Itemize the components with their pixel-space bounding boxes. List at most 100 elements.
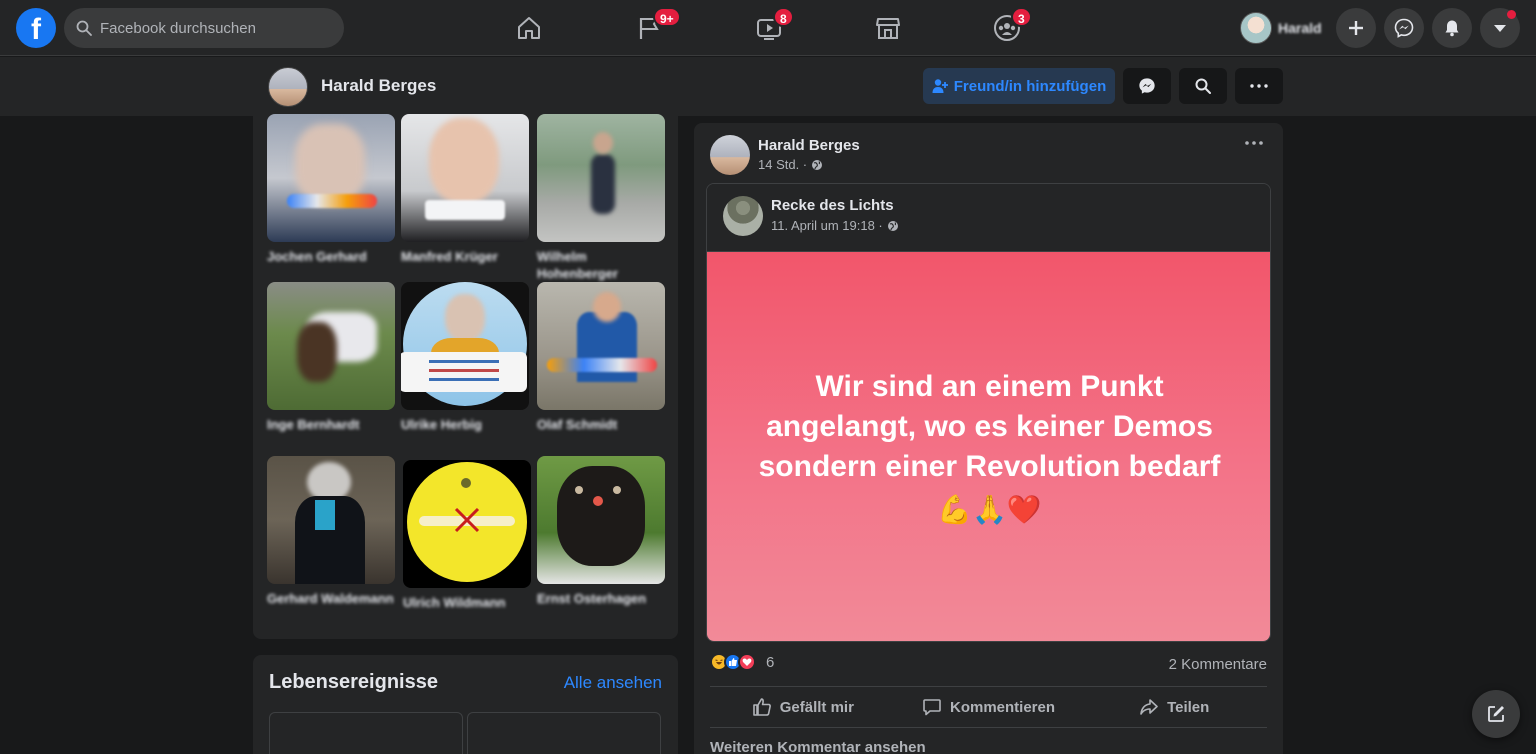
post-time[interactable]: 14 Std. · <box>758 157 807 172</box>
friend-name[interactable]: Wilhelm Hohenberger <box>537 248 665 282</box>
profile-header-bar: Harald Berges Freund/in hinzufügen <box>0 57 1536 116</box>
messenger-icon <box>1394 18 1414 38</box>
plus-icon <box>1347 19 1365 37</box>
tab-marketplace[interactable] <box>832 0 944 56</box>
friend-photo <box>267 114 395 242</box>
life-events-card: Lebensereignisse Alle ansehen <box>253 655 678 754</box>
add-friend-label: Freund/in hinzufügen <box>953 77 1107 95</box>
friend-photo <box>401 282 529 410</box>
facebook-logo-icon[interactable]: f <box>16 8 56 48</box>
friend-name[interactable]: Ulrike Herbig <box>401 416 529 433</box>
message-button[interactable] <box>1123 68 1171 104</box>
tab-pages[interactable]: 9+ <box>593 0 705 56</box>
notification-dot <box>1507 10 1516 19</box>
search-icon <box>76 20 92 36</box>
search-box[interactable] <box>64 8 344 48</box>
profile-name[interactable]: Harald Berges <box>321 76 436 96</box>
post-text: Wir sind an einem Punkt angelangt, wo es… <box>758 370 1221 483</box>
post-author[interactable]: Harald Berges <box>758 137 860 154</box>
profile-chip[interactable]: Harald <box>1236 8 1326 48</box>
thumbs-up-icon <box>752 697 772 717</box>
messenger-button[interactable] <box>1384 8 1424 48</box>
friend-tile[interactable]: Inge Bernhardt <box>267 282 395 433</box>
add-friend-icon <box>932 78 948 94</box>
friend-name[interactable]: Ulrich Wildmann <box>403 594 531 611</box>
bell-icon <box>1443 19 1461 37</box>
friend-tile[interactable]: Ulrike Herbig <box>401 282 529 433</box>
post-options-button[interactable] <box>1245 141 1263 145</box>
search-input[interactable] <box>100 8 330 48</box>
post-timestamp-row: 14 Std. · <box>758 157 823 172</box>
friend-name[interactable]: Jochen Gerhard <box>267 248 395 265</box>
friend-photo <box>267 456 395 584</box>
post-emoji: 💪🙏❤️ <box>937 494 1042 525</box>
messenger-icon <box>1138 77 1156 95</box>
marketplace-icon <box>875 15 901 41</box>
avatar <box>1240 12 1272 44</box>
account-menu-button[interactable] <box>1480 8 1520 48</box>
profile-chip-name: Harald <box>1278 20 1322 36</box>
caret-down-icon <box>1493 21 1507 35</box>
home-icon <box>516 15 542 41</box>
tab-home[interactable] <box>473 0 585 56</box>
friend-photo <box>267 282 395 410</box>
like-button[interactable]: Gefällt mir <box>710 687 896 727</box>
avatar[interactable] <box>710 135 750 175</box>
share-label: Teilen <box>1167 698 1210 716</box>
shared-post-time[interactable]: 11. April um 19:18 · <box>771 218 883 233</box>
tab-watch[interactable]: 8 <box>713 0 825 56</box>
shared-post-author[interactable]: Recke des Lichts <box>771 197 894 214</box>
profile-more-button[interactable] <box>1235 68 1283 104</box>
friend-tile[interactable]: Olaf Schmidt <box>537 282 665 433</box>
top-navigation-bar: f 9+ 8 3 Harald <box>0 0 1536 56</box>
create-button[interactable] <box>1336 8 1376 48</box>
feed-post: Harald Berges 14 Std. · Recke des Lichts… <box>694 123 1283 754</box>
add-friend-button[interactable]: Freund/in hinzufügen <box>923 68 1115 104</box>
tab-groups[interactable]: 3 <box>951 0 1063 56</box>
friend-tile[interactable]: Wilhelm Hohenberger <box>537 114 665 282</box>
life-event-tile[interactable] <box>467 712 661 754</box>
life-event-tile[interactable] <box>269 712 463 754</box>
friend-name[interactable]: Olaf Schmidt <box>537 416 665 433</box>
see-all-link[interactable]: Alle ansehen <box>564 673 662 693</box>
watch-badge: 8 <box>773 7 794 27</box>
friend-tile[interactable]: Gerhard Waldemann <box>267 456 395 607</box>
divider <box>710 727 1267 728</box>
avatar[interactable] <box>723 196 763 236</box>
life-events-title: Lebensereignisse <box>269 671 438 693</box>
text-background-post: Wir sind an einem Punkt angelangt, wo es… <box>707 252 1270 641</box>
friend-name[interactable]: Manfred Krüger <box>401 248 529 265</box>
friend-tile[interactable]: Ulrich Wildmann <box>403 460 531 611</box>
friend-name[interactable]: Ernst Osterhagen <box>537 590 665 607</box>
friend-tile[interactable]: Manfred Krüger <box>401 114 529 265</box>
friend-tile[interactable]: Ernst Osterhagen <box>537 456 665 607</box>
comment-button[interactable]: Kommentieren <box>896 687 1082 727</box>
friend-name[interactable]: Inge Bernhardt <box>267 416 395 433</box>
shared-post[interactable]: Recke des Lichts 11. April um 19:18 · Wi… <box>706 183 1271 642</box>
love-reaction-icon <box>738 653 756 671</box>
new-message-button[interactable] <box>1472 690 1520 738</box>
friend-tile[interactable]: Jochen Gerhard <box>267 114 395 265</box>
view-more-comments-link[interactable]: Weiteren Kommentar ansehen <box>710 739 926 754</box>
reactions-summary[interactable]: 6 <box>710 653 774 671</box>
share-button[interactable]: Teilen <box>1081 687 1267 727</box>
ellipsis-icon <box>1250 84 1268 88</box>
globe-icon <box>887 220 899 232</box>
post-actions: Gefällt mir Kommentieren Teilen <box>710 687 1267 727</box>
friend-name[interactable]: Gerhard Waldemann <box>267 590 395 607</box>
notifications-button[interactable] <box>1432 8 1472 48</box>
comment-icon <box>922 697 942 717</box>
search-icon <box>1195 78 1211 94</box>
friend-photo <box>401 114 529 242</box>
reaction-count: 6 <box>766 653 775 671</box>
comments-count-link[interactable]: 2 Kommentare <box>1169 656 1267 673</box>
friend-photo <box>537 114 665 242</box>
globe-icon <box>811 159 823 171</box>
avatar[interactable] <box>268 67 308 107</box>
pages-badge: 9+ <box>653 7 681 27</box>
shared-post-header: Recke des Lichts 11. April um 19:18 · <box>707 184 1270 252</box>
share-icon <box>1139 697 1159 717</box>
friend-photo <box>403 460 531 588</box>
friend-photo <box>537 456 665 584</box>
profile-search-button[interactable] <box>1179 68 1227 104</box>
